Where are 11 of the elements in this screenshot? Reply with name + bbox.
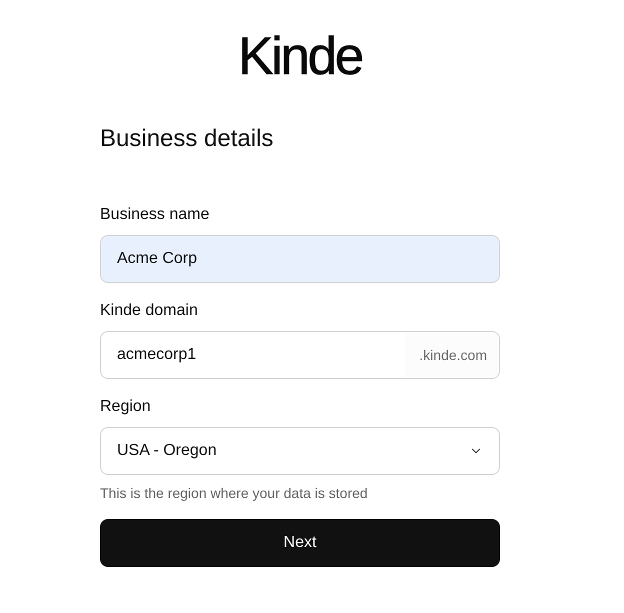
- page-title: Business details: [100, 124, 274, 154]
- field-label: Business name: [100, 205, 210, 225]
- domain-field[interactable]: acmecorp1 .kinde.com: [100, 331, 500, 379]
- domain-input[interactable]: acmecorp1: [101, 332, 406, 378]
- field-label: Kinde domain: [100, 301, 199, 321]
- region-select[interactable]: USA - Oregon: [100, 427, 500, 475]
- kinde-logo: Kinde: [238, 30, 362, 83]
- business-name-input[interactable]: Acme Corp: [100, 235, 500, 283]
- field-label: Region: [100, 397, 152, 417]
- next-button[interactable]: Next: [100, 519, 500, 567]
- field-hint: This is the region where your data is stored: [100, 484, 369, 503]
